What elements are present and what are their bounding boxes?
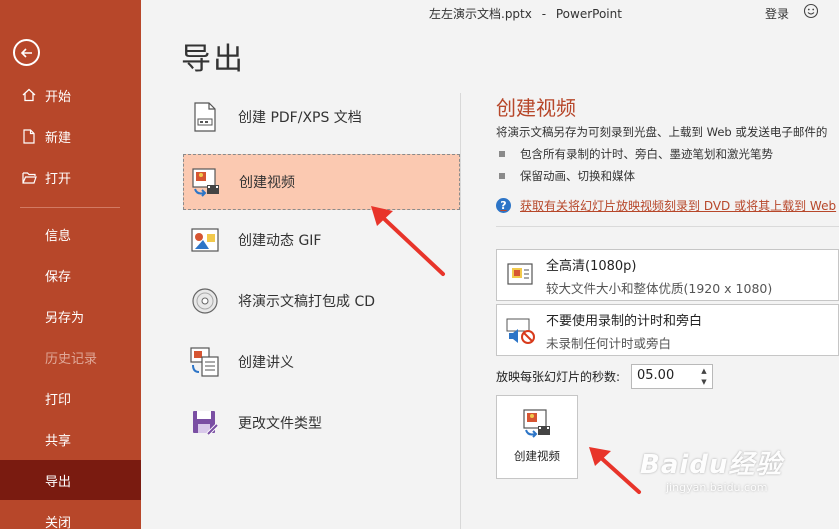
export-option-label: 将演示文稿打包成 CD	[238, 294, 376, 310]
feature-bullet: 保留动画、切换和媒体	[499, 168, 635, 184]
page-title: 导出	[181, 42, 245, 77]
help-link[interactable]: ? 获取有关将幻灯片放映视频刻录到 DVD 或将其上载到 Web	[496, 197, 836, 214]
video-icon	[191, 166, 221, 198]
seconds-per-slide-label: 放映每张幻灯片的秒数:	[496, 370, 621, 384]
pdf-xps-icon	[190, 101, 220, 133]
video-quality-dropdown[interactable]: 全高清(1080p) 较大文件大小和整体优质(1920 x 1080)	[496, 249, 839, 301]
handout-icon	[190, 346, 220, 378]
panel-description: 将演示文稿另存为可刻录到光盘、上载到 Web 或发送电子邮件的	[496, 125, 828, 139]
sidebar-item-info[interactable]: 信息	[0, 214, 141, 254]
sidebar-divider	[20, 207, 120, 208]
export-option-label: 创建讲义	[238, 355, 294, 371]
vertical-divider	[460, 93, 461, 529]
sign-in-link[interactable]: 登录	[765, 5, 789, 22]
export-option-handouts[interactable]: 创建讲义	[183, 334, 460, 390]
create-video-icon	[521, 407, 553, 439]
annotation-arrow-icon	[589, 447, 641, 494]
export-option-package-cd[interactable]: 将演示文稿打包成 CD	[183, 273, 460, 329]
backstage-sidebar: 开始 新建 打开 信息 保存 另存为 历史记录 打印 共享 导出 关闭	[0, 0, 141, 529]
home-icon	[20, 88, 38, 102]
sidebar-item-new[interactable]: 新建	[0, 116, 141, 156]
bullet-square-icon	[499, 151, 505, 157]
cd-icon	[190, 285, 220, 317]
baidu-watermark: Baidu经验 jingyan.baidu.com	[640, 450, 783, 494]
export-option-pdf-xps[interactable]: 创建 PDF/XPS 文档	[183, 89, 460, 145]
window-title: 左左演示文档.pptx - PowerPoint	[429, 7, 622, 21]
panel-title: 创建视频	[496, 96, 576, 120]
create-video-button[interactable]: 创建视频	[496, 395, 578, 479]
sidebar-item-close[interactable]: 关闭	[0, 501, 141, 529]
sidebar-item-open[interactable]: 打开	[0, 157, 141, 197]
seconds-per-slide-stepper[interactable]: 05.00 ▲ ▼	[631, 364, 713, 389]
feedback-smile-icon[interactable]	[803, 3, 819, 22]
timing-narration-dropdown[interactable]: 不要使用录制的计时和旁白 未录制任何计时或旁白	[496, 304, 839, 356]
no-narration-icon	[506, 314, 536, 346]
back-arrow-icon	[20, 47, 32, 58]
back-button[interactable]	[13, 39, 40, 66]
feature-bullet: 包含所有录制的计时、旁白、墨迹笔划和激光笔势	[499, 146, 773, 162]
title-bar: 左左演示文档.pptx - PowerPoint 登录	[141, 0, 839, 26]
sidebar-item-history: 历史记录	[45, 351, 98, 367]
export-option-change-file-type[interactable]: 更改文件类型	[183, 395, 460, 451]
section-divider	[496, 226, 839, 227]
file-type-icon	[190, 407, 220, 439]
sidebar-item-save[interactable]: 保存	[0, 255, 141, 295]
new-file-icon	[20, 128, 38, 144]
bullet-square-icon	[499, 173, 505, 179]
sidebar-item-export[interactable]: 导出	[0, 460, 141, 500]
seconds-value[interactable]: 05.00	[637, 368, 674, 383]
help-question-icon: ?	[496, 198, 511, 213]
presentation-quality-icon	[506, 259, 536, 291]
export-option-label: 更改文件类型	[238, 416, 322, 432]
export-option-gif[interactable]: 创建动态 GIF	[183, 212, 460, 268]
sidebar-item-share[interactable]: 共享	[0, 419, 141, 459]
export-option-label: 创建 PDF/XPS 文档	[238, 110, 362, 126]
export-option-label: 创建动态 GIF	[238, 233, 322, 249]
stepper-up-icon[interactable]: ▲	[699, 366, 709, 376]
export-option-create-video[interactable]: 创建视频	[183, 154, 460, 210]
export-option-label: 创建视频	[239, 175, 295, 191]
open-folder-icon	[20, 171, 38, 184]
gif-icon	[190, 224, 220, 256]
sidebar-item-home[interactable]: 开始	[0, 75, 141, 115]
stepper-down-icon[interactable]: ▼	[699, 377, 709, 387]
sidebar-item-save-as[interactable]: 另存为	[0, 296, 141, 336]
sidebar-item-print[interactable]: 打印	[0, 378, 141, 418]
